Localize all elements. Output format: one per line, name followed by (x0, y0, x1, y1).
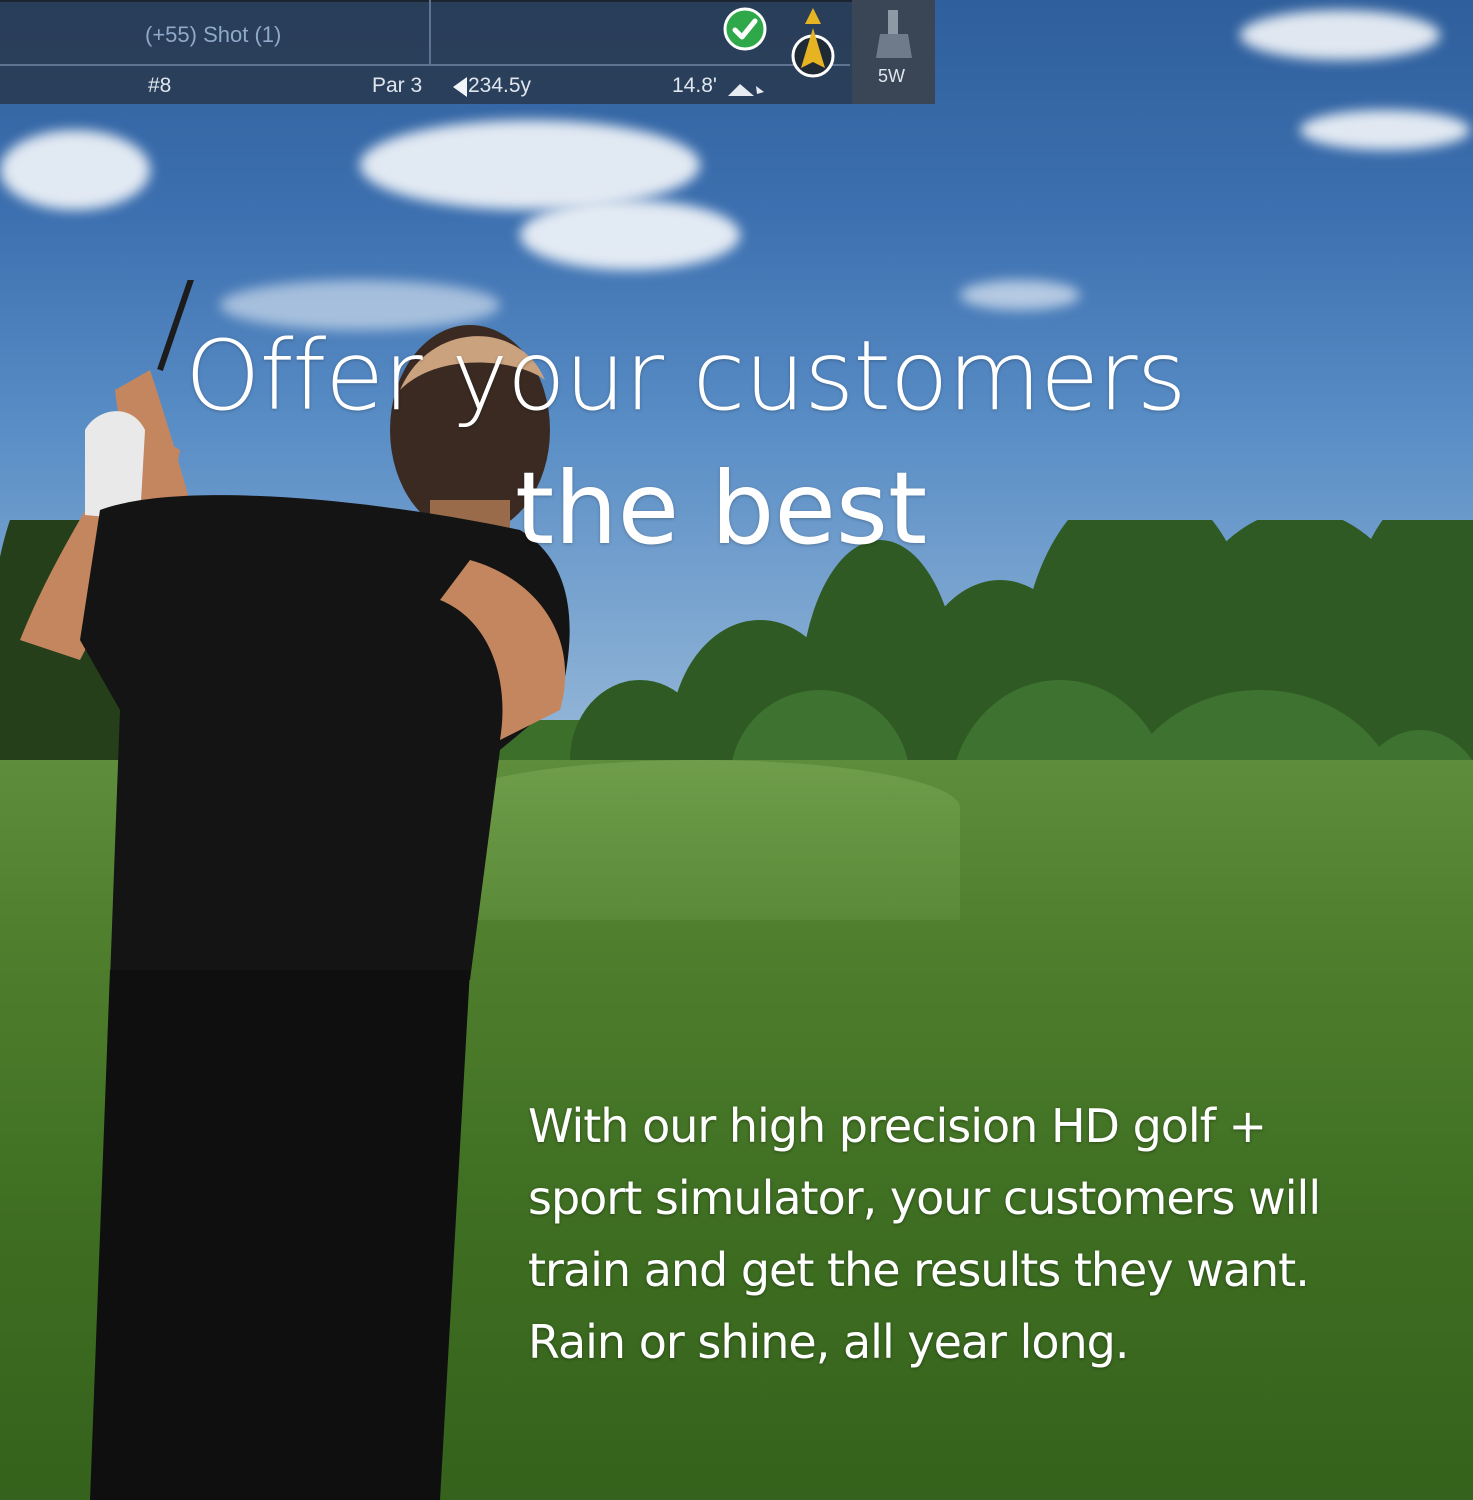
cloud (1300, 110, 1470, 150)
club-icon (876, 10, 912, 58)
headline-line-2: the best (515, 450, 928, 567)
hud-divider (0, 64, 850, 66)
flag-icon (453, 77, 467, 97)
body-line: With our high precision HD golf + (528, 1099, 1267, 1153)
distance-to-pin: 234.5y (468, 74, 532, 97)
hud-panel: (+55) Shot (1) #8 Par 3 234.5y 14.8' 5W (0, 0, 935, 104)
check-icon (723, 7, 767, 51)
body-paragraph: With our high precision HD golf + sport … (528, 1090, 1448, 1378)
cloud (1240, 10, 1440, 60)
hud-divider-vertical (429, 0, 431, 64)
club-label: 5W (878, 66, 905, 86)
cloud (960, 280, 1080, 310)
body-line: Rain or shine, all year long. (528, 1315, 1130, 1369)
cloud (0, 130, 150, 210)
cloud (520, 200, 740, 270)
shot-counter: (+55) Shot (1) (145, 22, 282, 47)
body-line: train and get the results they want. (528, 1243, 1310, 1297)
body-line: sport simulator, your customers will (528, 1171, 1321, 1225)
par-label: Par 3 (372, 74, 423, 97)
hole-number: #8 (148, 74, 172, 97)
cloud (360, 120, 700, 210)
ball-marker-icon (791, 8, 835, 78)
slope-icon (728, 84, 764, 96)
elevation-value: 14.8' (672, 74, 717, 97)
hud-top-strip (0, 0, 935, 2)
headline-line-1: Offer your customers (185, 320, 1187, 432)
